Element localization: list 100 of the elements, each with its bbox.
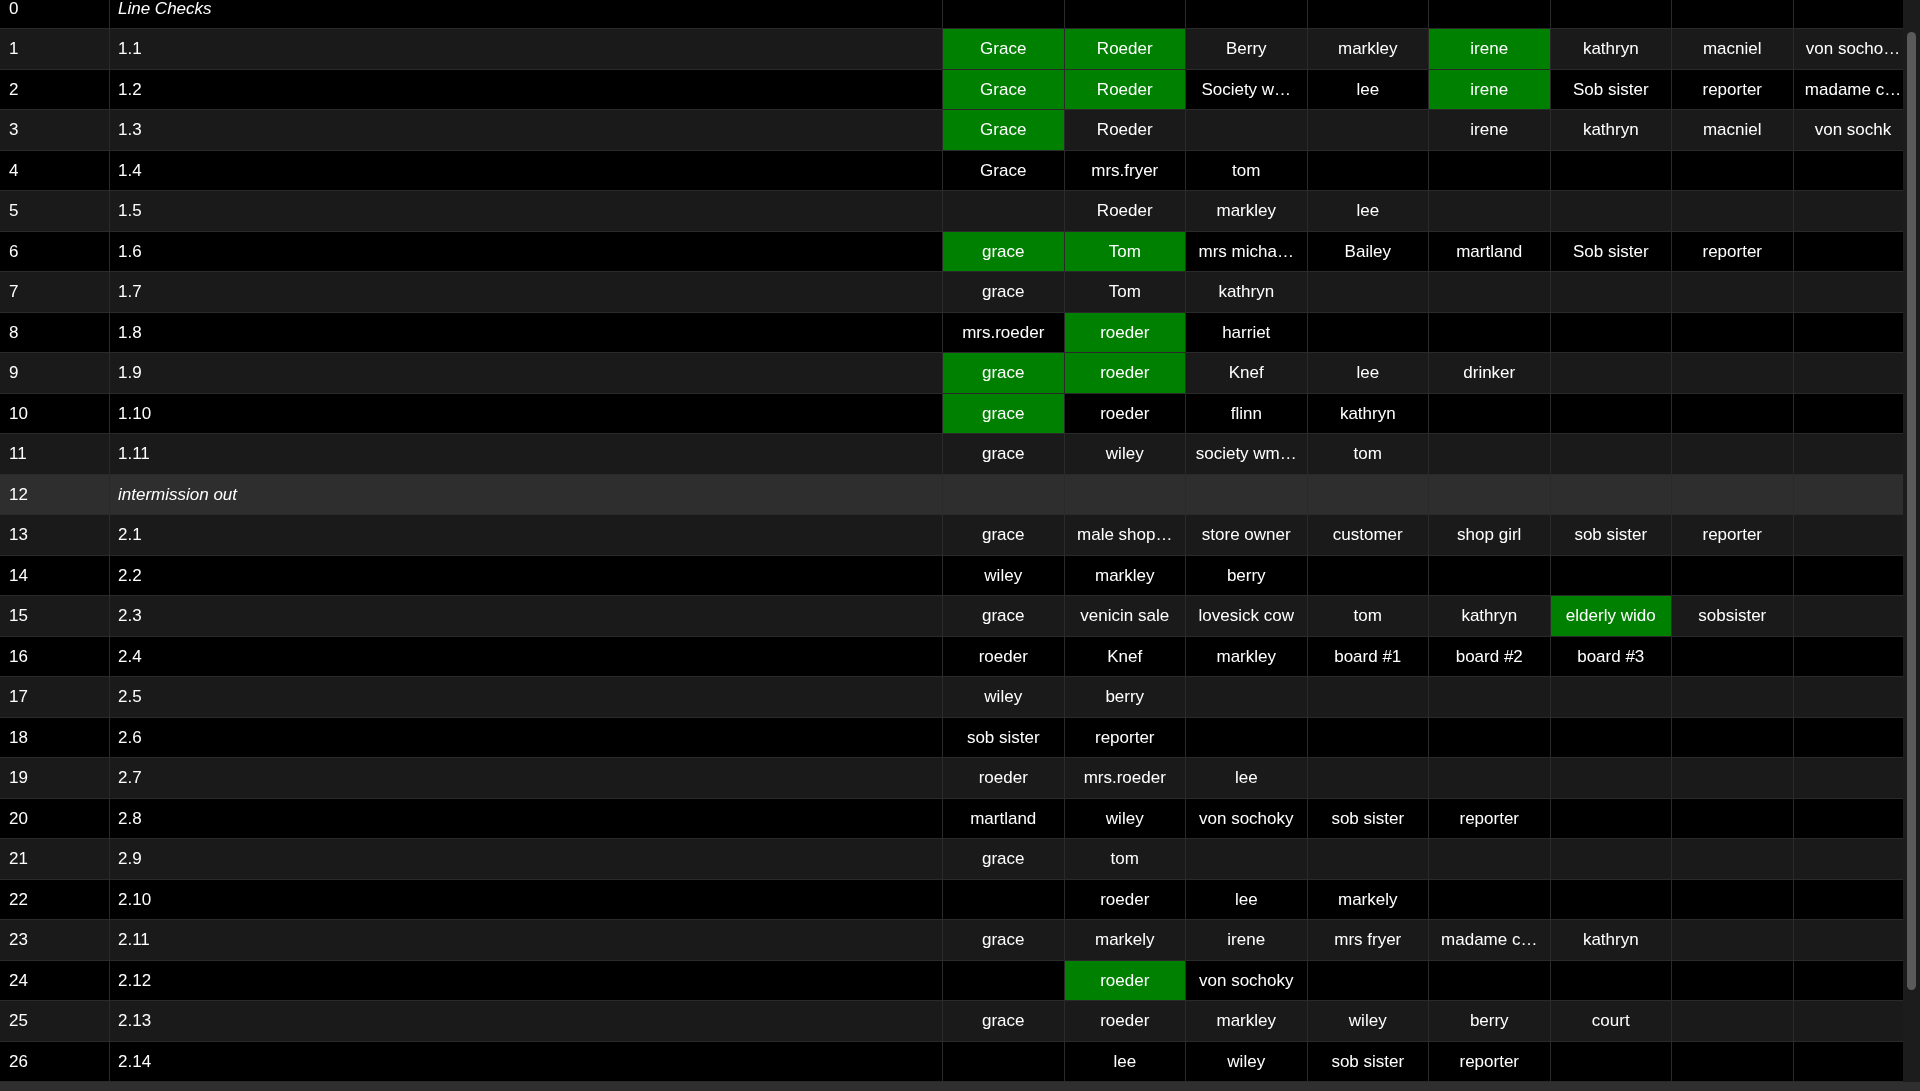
table-cell: irene	[1429, 29, 1551, 70]
row-number: 13	[9, 524, 28, 546]
section-title: Line Checks	[118, 0, 212, 20]
table-cell: tom	[1064, 839, 1186, 880]
table-cell: markley	[1186, 191, 1308, 232]
table-cell: court	[1550, 1001, 1672, 1042]
scrollbar-thumb[interactable]	[1907, 32, 1916, 990]
table-cell: wiley	[943, 677, 1065, 718]
table-row[interactable]: 7 1.7 grace Tom kathryn	[0, 272, 1903, 313]
cue-number: 1.6	[118, 240, 142, 263]
table-cell: lee	[1186, 758, 1308, 799]
table-cell: Berry	[1186, 29, 1308, 70]
table-cell: kathryn	[1429, 596, 1551, 637]
cue-number: 2.1	[118, 524, 142, 546]
table-row[interactable]: 18 2.6 sob sister reporter	[0, 717, 1903, 758]
table-cell: roeder	[1064, 353, 1186, 394]
table-row[interactable]: 9 1.9 grace roeder Knef lee drinker	[0, 353, 1903, 394]
row-number: 19	[9, 767, 28, 789]
selected-row[interactable]: 12 intermission out	[0, 474, 1903, 515]
table-row[interactable]: 3 1.3 Grace Roeder irene kathryn macniel von sochk	[0, 110, 1903, 151]
table-cell: lee	[1307, 191, 1429, 232]
table-cell: tom	[1307, 596, 1429, 637]
table-cell: roeder	[1064, 960, 1186, 1001]
table-row[interactable]: 1 1.1 Grace Roeder Berry markley irene kathryn macniel von socho…	[0, 29, 1903, 70]
table-row[interactable]: 25 2.13 grace roeder markley wiley berry court	[0, 1001, 1903, 1042]
cue-number: 1.7	[118, 281, 142, 303]
row-number: 10	[9, 402, 28, 425]
table-row[interactable]: 19 2.7 roeder mrs.roeder lee	[0, 758, 1903, 799]
cue-number: 1.11	[118, 443, 150, 465]
table-cell: Grace	[943, 110, 1065, 151]
cue-number: 1.4	[118, 159, 142, 182]
table-cell: roeder	[943, 758, 1065, 799]
table-cell: kathryn	[1550, 920, 1672, 961]
section-title: intermission out	[118, 483, 238, 506]
table-cell: society wm…	[1186, 434, 1308, 475]
cue-number: 2.6	[118, 726, 142, 749]
cue-number: 1.8	[118, 321, 142, 344]
table-cell: grace	[943, 596, 1065, 637]
table-cell: store owner	[1186, 515, 1308, 556]
table-cell: kathryn	[1186, 272, 1308, 313]
table-row[interactable]: 0 Line Checks	[0, 0, 1903, 29]
table-row[interactable]: 14 2.2 wiley markley berry	[0, 555, 1903, 596]
row-number: 0	[9, 0, 19, 20]
table-row[interactable]: 24 2.12 roeder von sochoky	[0, 960, 1903, 1001]
row-number: 22	[9, 888, 28, 911]
table-cell: grace	[943, 393, 1065, 434]
table-row[interactable]: 11 1.11 grace wiley society wm… tom	[0, 434, 1903, 475]
table-cell: sobsister	[1672, 596, 1794, 637]
table-row[interactable]: 5 1.5 Roeder markley lee	[0, 191, 1903, 232]
table-cell: grace	[943, 353, 1065, 394]
table-row[interactable]: 20 2.8 martland wiley von sochoky sob sister reporter	[0, 798, 1903, 839]
table-cell: tom	[1307, 434, 1429, 475]
cue-number: 2.11	[118, 929, 150, 951]
table-row[interactable]: 2 1.2 Grace Roeder Society w… lee irene Sob sister reporter madame c…	[0, 69, 1903, 110]
cue-number: 2.12	[118, 969, 152, 992]
table-cell: markely	[1064, 920, 1186, 961]
vertical-scrollbar[interactable]	[1903, 0, 1920, 1082]
table-cell: irene	[1186, 920, 1308, 961]
row-number: 15	[9, 605, 28, 627]
table-cell: elderly wido	[1550, 596, 1672, 637]
table-cell: venicin sale	[1064, 596, 1186, 637]
table-cell: male shop…	[1064, 515, 1186, 556]
table-cell: Roeder	[1064, 191, 1186, 232]
table-cell: grace	[943, 515, 1065, 556]
table-cell: irene	[1429, 69, 1551, 110]
table-cell: grace	[943, 920, 1065, 961]
table-cell: mrs fryer	[1307, 920, 1429, 961]
table-cell: grace	[943, 231, 1065, 272]
table-cell: lovesick cow	[1186, 596, 1308, 637]
row-number: 8	[9, 321, 19, 344]
table-cell: berry	[1064, 677, 1186, 718]
table-cell: sob sister	[1550, 515, 1672, 556]
table-row[interactable]: 22 2.10 roeder lee markely	[0, 879, 1903, 920]
table-cell: irene	[1429, 110, 1551, 151]
table-row[interactable]: 6 1.6 grace Tom mrs micha… Bailey martland Sob sister reporter	[0, 231, 1903, 272]
table-row[interactable]: 26 2.14 lee wiley sob sister reporter	[0, 1041, 1903, 1082]
table-cell: customer	[1307, 515, 1429, 556]
cue-number: 2.2	[118, 564, 142, 587]
table-row[interactable]: 21 2.9 grace tom	[0, 839, 1903, 880]
table-row[interactable]: 13 2.1 grace male shop… store owner customer shop girl sob sister reporter	[0, 515, 1903, 556]
cue-number: 1.3	[118, 119, 142, 141]
table-row[interactable]: 8 1.8 mrs.roeder roeder harriet	[0, 312, 1903, 353]
row-number: 9	[9, 362, 19, 384]
table-cell: mrs.roeder	[1064, 758, 1186, 799]
cue-number: 2.9	[118, 848, 142, 870]
table-row[interactable]: 10 1.10 grace roeder flinn kathryn	[0, 393, 1903, 434]
table-row[interactable]: 16 2.4 roeder Knef markley board #1 board #2 board #3	[0, 636, 1903, 677]
row-number: 12	[9, 483, 28, 506]
table-row[interactable]: 4 1.4 Grace mrs.fryer tom	[0, 150, 1903, 191]
table-row[interactable]: 17 2.5 wiley berry	[0, 677, 1903, 718]
row-number: 26	[9, 1050, 28, 1073]
table-cell: macniel	[1672, 110, 1794, 151]
table-row[interactable]: 15 2.3 grace venicin sale lovesick cow tom kathryn elderly wido sobsister	[0, 596, 1903, 637]
table-row[interactable]: 23 2.11 grace markely irene mrs fryer madame c… kathryn	[0, 920, 1903, 961]
horizontal-scrollbar[interactable]	[0, 1082, 1920, 1091]
table-cell: Knef	[1186, 353, 1308, 394]
table-cell: wiley	[1064, 434, 1186, 475]
table-cell: roeder	[1064, 312, 1186, 353]
table-cell: markley	[1186, 1001, 1308, 1042]
row-number: 7	[9, 281, 19, 303]
